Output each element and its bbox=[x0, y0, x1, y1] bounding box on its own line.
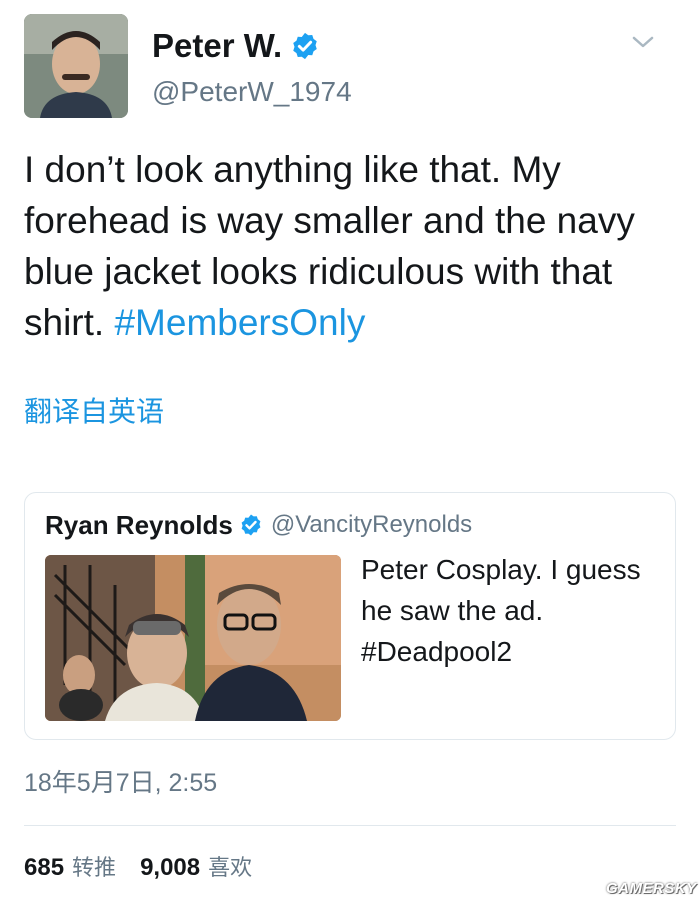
author-display-name[interactable]: Peter W. bbox=[152, 26, 320, 66]
gamersky-watermark: GAMERSKY bbox=[606, 880, 697, 897]
quoted-photo-image bbox=[45, 555, 341, 721]
divider bbox=[24, 825, 676, 826]
verified-badge-icon bbox=[241, 514, 261, 536]
chevron-down-icon[interactable] bbox=[628, 30, 658, 54]
tweet-timestamp[interactable]: 18年5月7日, 2:55 bbox=[24, 765, 217, 801]
author-handle[interactable]: @PeterW_1974 bbox=[152, 74, 352, 110]
quoted-tweet-card[interactable]: Ryan Reynolds @VancityReynolds Peter Cos… bbox=[24, 492, 676, 740]
retweets-label[interactable]: 转推 bbox=[72, 850, 116, 886]
quoted-tweet-text: Peter Cosplay. I guess he saw the ad. #D… bbox=[361, 554, 641, 667]
likes-label[interactable]: 喜欢 bbox=[208, 850, 252, 886]
quoted-author: Ryan Reynolds @VancityReynolds bbox=[45, 507, 472, 543]
likes-count[interactable]: 9,008 bbox=[140, 850, 200, 886]
quoted-tweet-photo[interactable] bbox=[45, 555, 341, 721]
tweet-stats: 685 转推 9,008 喜欢 bbox=[24, 850, 276, 886]
translate-link[interactable]: 翻译自英语 bbox=[24, 392, 164, 432]
hashtag-link[interactable]: #MembersOnly bbox=[114, 302, 365, 343]
retweets-count[interactable]: 685 bbox=[24, 850, 64, 886]
author-avatar-image bbox=[24, 14, 128, 118]
verified-badge-icon bbox=[293, 32, 317, 60]
quoted-author-name: Ryan Reynolds bbox=[45, 510, 233, 540]
quoted-author-handle: @VancityReynolds bbox=[270, 511, 473, 538]
tweet-text: I don’t look anything like that. My fore… bbox=[24, 144, 684, 348]
author-avatar[interactable] bbox=[24, 14, 128, 118]
author-name-text[interactable]: Peter W. bbox=[152, 26, 282, 66]
